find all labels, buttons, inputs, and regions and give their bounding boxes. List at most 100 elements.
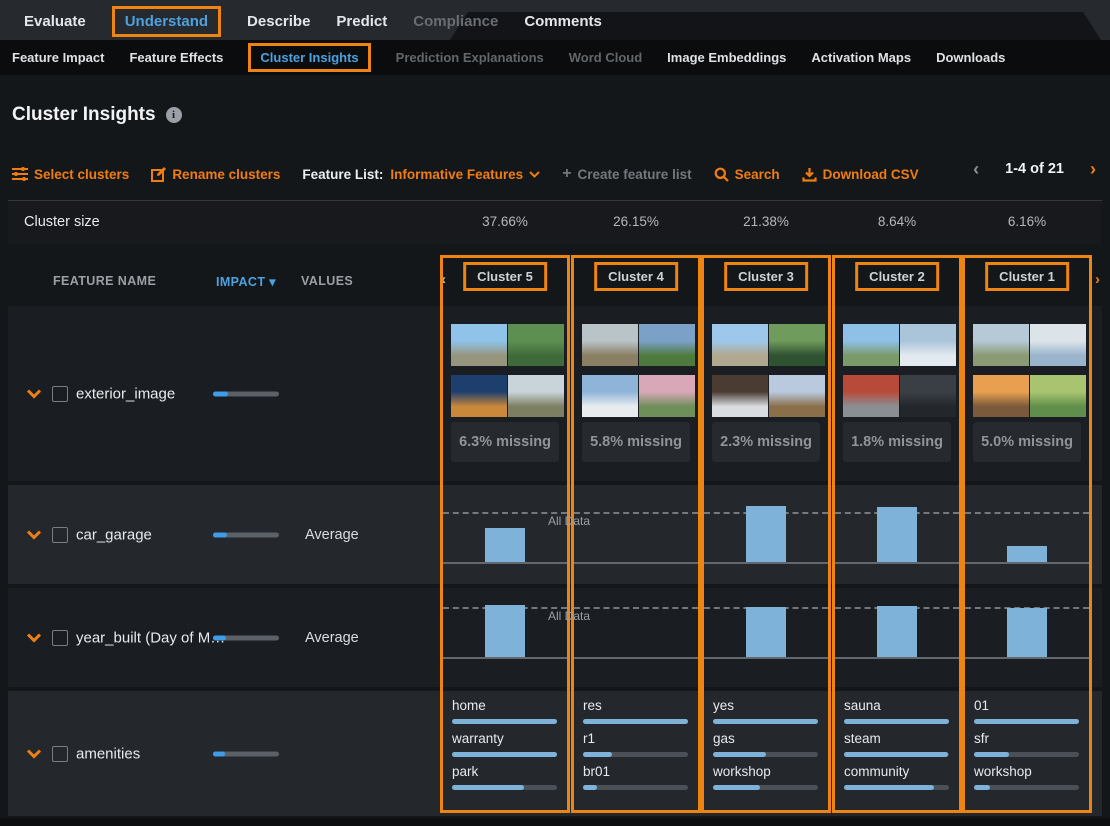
impact-bar-fill <box>213 751 225 756</box>
house-photo-thumbnail[interactable] <box>973 375 1029 417</box>
house-photo-thumbnail[interactable] <box>451 324 507 366</box>
feature-name: amenities <box>76 745 140 762</box>
expand-chevron-icon[interactable] <box>26 748 42 759</box>
house-photo-thumbnail[interactable] <box>769 375 825 417</box>
house-photo-thumbnail[interactable] <box>843 324 899 366</box>
cluster-bar <box>1007 546 1047 562</box>
impact-bar-fill <box>213 391 228 396</box>
feature-list-control: Feature List: Informative Features <box>302 167 540 182</box>
amenity-frequency-fill <box>452 785 524 790</box>
amenity-word: 01 <box>974 698 989 713</box>
feature-value: Average <box>305 630 359 646</box>
subtab-image-embeddings[interactable]: Image Embeddings <box>667 50 786 65</box>
feature-value: Average <box>305 527 359 543</box>
cluster-header-label[interactable]: Cluster 2 <box>855 262 939 291</box>
amenity-frequency-bar <box>844 719 949 724</box>
sort-desc-icon: ▾ <box>269 275 276 289</box>
amenity-word: sauna <box>844 698 881 713</box>
amenity-frequency-fill <box>974 752 1009 757</box>
cluster-column-cluster-4: Cluster 45.8% missingresr1br01 <box>571 255 701 813</box>
house-photo-thumbnail[interactable] <box>973 324 1029 366</box>
cluster-header-label[interactable]: Cluster 3 <box>724 262 808 291</box>
cluster-size-value: 26.15% <box>571 214 701 229</box>
house-photo-thumbnail[interactable] <box>900 375 956 417</box>
cluster-size-value: 37.66% <box>440 214 570 229</box>
prev-page-icon[interactable]: ‹ <box>973 160 979 178</box>
amenity-word: br01 <box>583 764 610 779</box>
cluster-size-value: 6.16% <box>962 214 1092 229</box>
cluster-column-cluster-5: Cluster 56.3% missinghomewarrantypark <box>440 255 570 813</box>
house-photo-thumbnail[interactable] <box>582 375 638 417</box>
amenity-word: yes <box>713 698 734 713</box>
tab-comments[interactable]: Comments <box>524 13 602 30</box>
chart-baseline <box>835 562 959 564</box>
impact-bar-fill <box>213 635 226 640</box>
feature-checkbox[interactable] <box>52 386 68 402</box>
chart-baseline <box>443 562 567 564</box>
feature-checkbox[interactable] <box>52 630 68 646</box>
house-photo-thumbnail[interactable] <box>843 375 899 417</box>
cluster-bar <box>746 607 786 657</box>
chart-baseline <box>574 562 698 564</box>
house-photo-thumbnail[interactable] <box>1030 375 1086 417</box>
cluster-column-cluster-1: Cluster 15.0% missing01sfrworkshop <box>962 255 1092 813</box>
missing-percent-badge: 5.8% missing <box>582 422 690 462</box>
feature-checkbox[interactable] <box>52 527 68 543</box>
pencil-square-icon <box>151 167 166 182</box>
cluster-column-cluster-2: Cluster 21.8% missingsaunasteamcommunity <box>832 255 962 813</box>
create-feature-list-button: + Create feature list <box>562 165 691 183</box>
cluster-bar <box>877 606 917 657</box>
house-photo-thumbnail[interactable] <box>582 324 638 366</box>
tab-describe[interactable]: Describe <box>247 13 310 30</box>
next-page-icon[interactable]: › <box>1090 160 1096 178</box>
amenity-frequency-fill <box>844 752 948 757</box>
house-photo-thumbnail[interactable] <box>508 375 564 417</box>
impact-sort-header[interactable]: IMPACT ▾ <box>216 274 276 289</box>
info-icon[interactable]: i <box>166 107 182 123</box>
subtab-activation-maps[interactable]: Activation Maps <box>811 50 911 65</box>
download-csv-label: Download CSV <box>823 167 919 182</box>
amenity-word: steam <box>844 731 881 746</box>
download-csv-button[interactable]: Download CSV <box>802 167 919 182</box>
cluster-bar <box>1007 608 1047 657</box>
expand-chevron-icon[interactable] <box>26 529 42 540</box>
subtab-cluster-insights[interactable]: Cluster Insights <box>248 43 370 72</box>
top-nav-items: Evaluate Understand Describe Predict Com… <box>24 8 602 34</box>
house-photo-thumbnail[interactable] <box>769 324 825 366</box>
house-photo-thumbnail[interactable] <box>712 324 768 366</box>
bottom-strip <box>0 818 1110 826</box>
subtab-downloads[interactable]: Downloads <box>936 50 1005 65</box>
amenity-word: workshop <box>974 764 1032 779</box>
cluster-header-label[interactable]: Cluster 1 <box>985 262 1069 291</box>
feature-list-value: Informative Features <box>390 167 523 182</box>
cluster-header-label[interactable]: Cluster 4 <box>594 262 678 291</box>
download-icon <box>802 167 817 182</box>
expand-chevron-icon[interactable] <box>26 632 42 643</box>
rename-clusters-button[interactable]: Rename clusters <box>151 167 280 182</box>
chevron-down-icon <box>529 171 540 178</box>
amenity-frequency-bar <box>844 785 949 790</box>
tab-understand[interactable]: Understand <box>112 6 221 37</box>
house-photo-thumbnail[interactable] <box>900 324 956 366</box>
house-photo-thumbnail[interactable] <box>508 324 564 366</box>
select-clusters-button[interactable]: Select clusters <box>12 167 129 182</box>
feature-list-dropdown[interactable]: Informative Features <box>390 167 540 182</box>
all-data-dashed-line <box>574 512 698 514</box>
subtab-feature-effects[interactable]: Feature Effects <box>129 50 223 65</box>
amenity-word: warranty <box>452 731 504 746</box>
amenity-frequency-bar <box>974 719 1079 724</box>
subtab-feature-impact[interactable]: Feature Impact <box>12 50 104 65</box>
house-photo-thumbnail[interactable] <box>1030 324 1086 366</box>
cluster-header-label[interactable]: Cluster 5 <box>463 262 547 291</box>
house-photo-thumbnail[interactable] <box>639 324 695 366</box>
tab-predict[interactable]: Predict <box>336 13 387 30</box>
house-photo-thumbnail[interactable] <box>639 375 695 417</box>
amenity-frequency-bar <box>713 719 818 724</box>
scroll-clusters-right-icon[interactable]: › <box>1095 272 1100 287</box>
house-photo-thumbnail[interactable] <box>712 375 768 417</box>
search-button[interactable]: Search <box>714 167 780 182</box>
feature-checkbox[interactable] <box>52 746 68 762</box>
tab-evaluate[interactable]: Evaluate <box>24 13 86 30</box>
house-photo-thumbnail[interactable] <box>451 375 507 417</box>
expand-chevron-icon[interactable] <box>26 388 42 399</box>
